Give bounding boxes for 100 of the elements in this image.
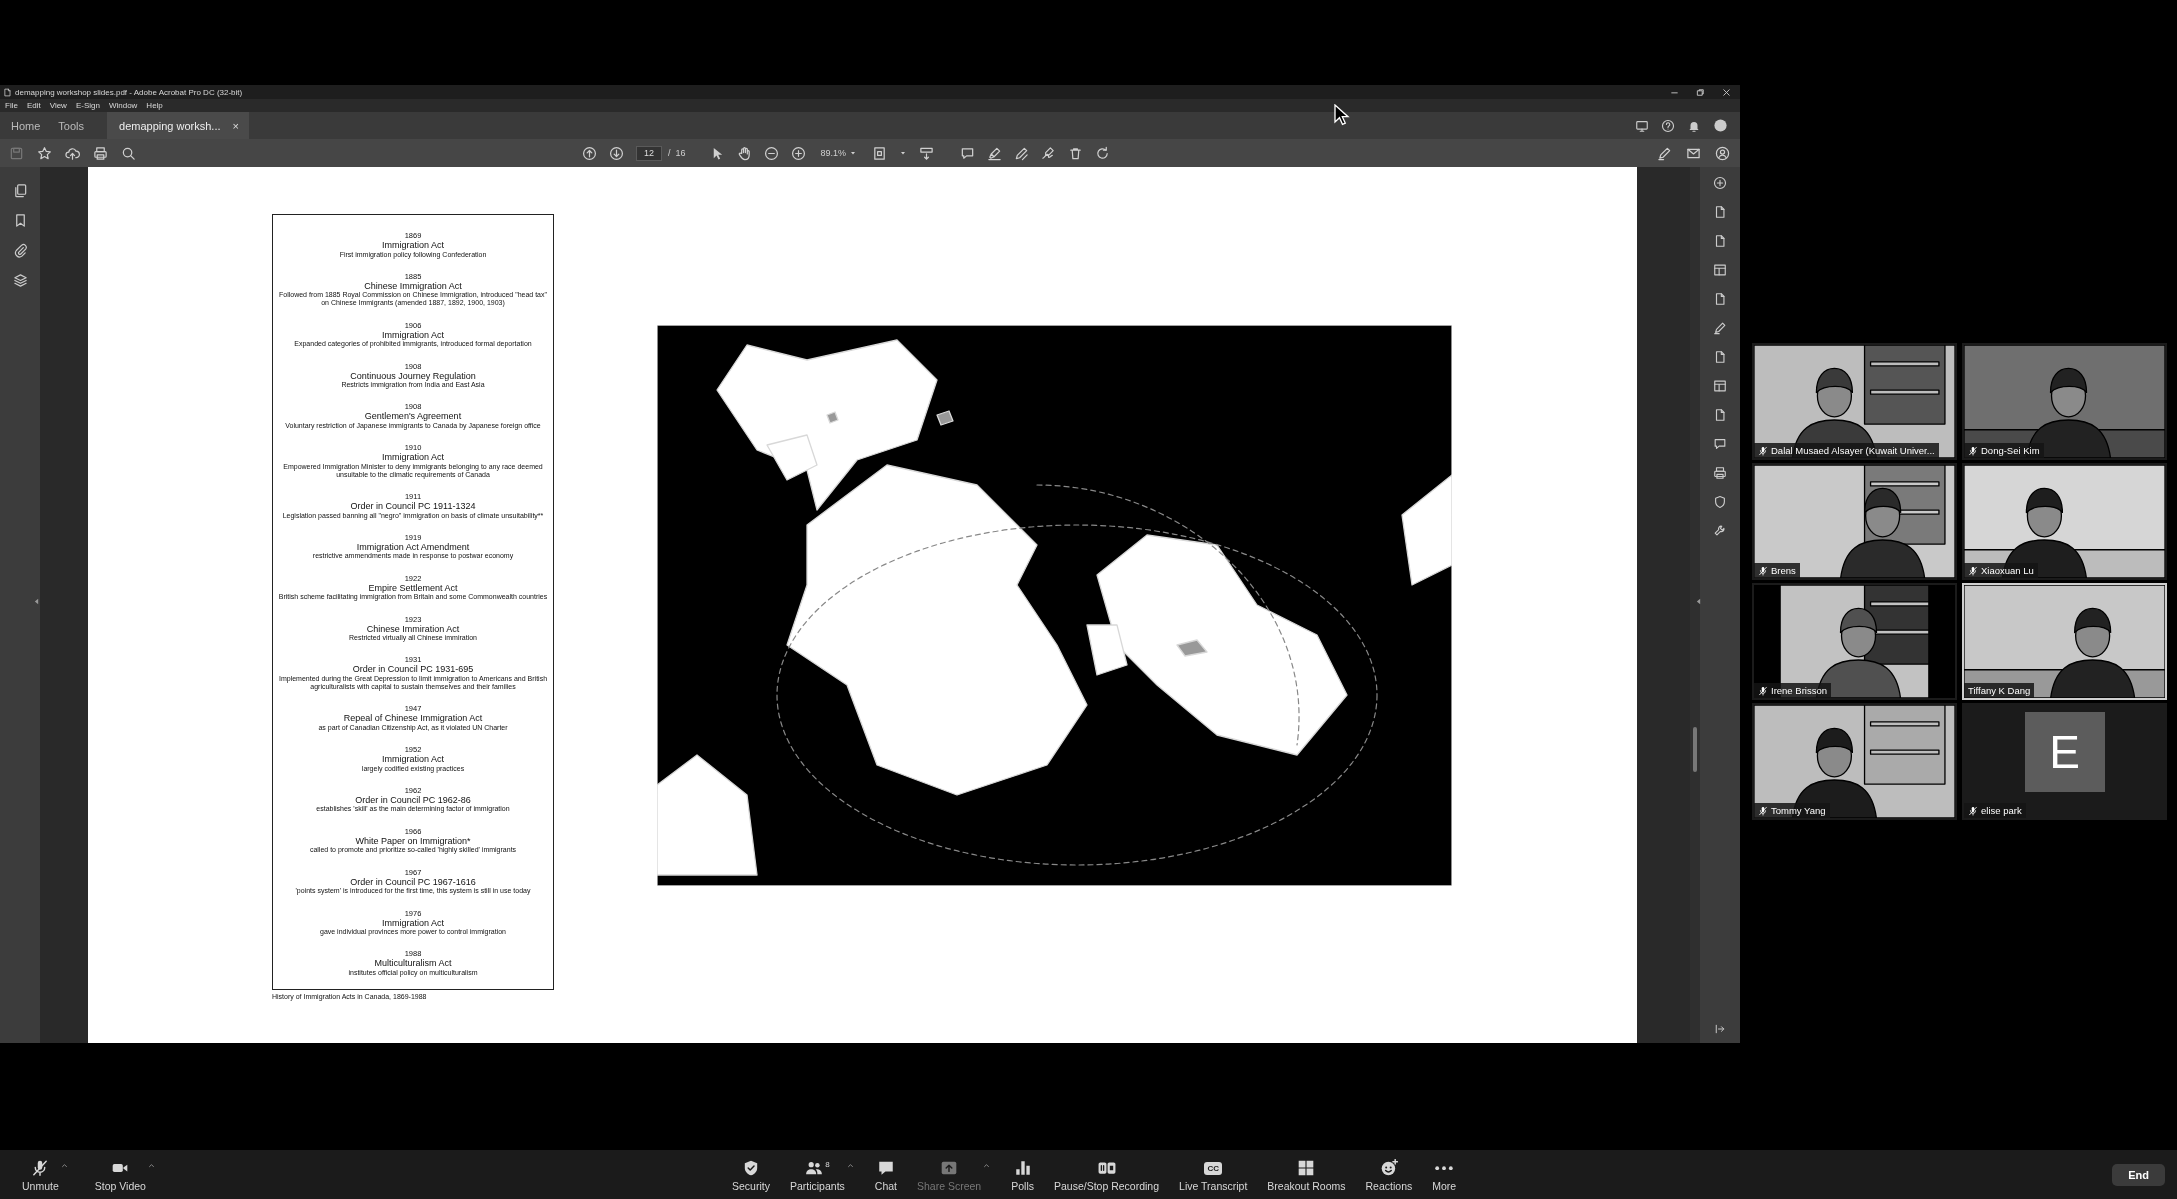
participants-button[interactable]: 8 Participants [789, 1157, 845, 1192]
breakout-rooms-button[interactable]: Breakout Rooms [1267, 1157, 1346, 1192]
close-button[interactable] [1721, 86, 1732, 98]
trash-icon[interactable] [1068, 145, 1084, 161]
pause-stop-icon [1097, 1159, 1116, 1177]
timeline-title: Order in Council PC 1911-1324 [350, 501, 476, 512]
layout-icon[interactable] [1713, 263, 1727, 277]
timeline-title: White Paper on Immigration* [355, 835, 471, 847]
nav-tab[interactable]: Home [2, 112, 50, 139]
timeline-title: Order in Council PC 1967-1616 [350, 876, 476, 888]
upload-icon[interactable] [65, 145, 80, 161]
participant-name: Brens [1771, 565, 1796, 576]
participant-name: Irene Brisson [1771, 685, 1827, 696]
star-icon[interactable] [37, 145, 52, 161]
document-tab[interactable]: demapping worksh... × [107, 112, 249, 139]
pencil-icon[interactable] [1014, 145, 1030, 161]
account-icon[interactable] [1715, 145, 1730, 161]
document-icon[interactable] [1713, 292, 1727, 306]
polls-button[interactable]: Polls [1011, 1157, 1034, 1192]
layers-icon[interactable] [12, 273, 28, 288]
more-button[interactable]: More [1432, 1157, 1457, 1192]
timeline-title: Immigration Act [382, 240, 444, 251]
recording-button[interactable]: Pause/Stop Recording [1053, 1157, 1160, 1192]
next-page-icon[interactable] [609, 145, 624, 161]
pen-icon[interactable] [1713, 321, 1727, 335]
stop-video-button[interactable]: Stop Video [94, 1157, 146, 1192]
end-button[interactable]: End [2112, 1163, 2165, 1186]
collapse-icon[interactable] [1694, 597, 1703, 606]
document-icon[interactable] [1713, 234, 1727, 248]
window-title: demapping workshop slides.pdf - Adobe Acrobat Pro DC (32-bit) [15, 87, 243, 97]
help-icon[interactable] [1661, 118, 1675, 133]
chat-bubble-icon [876, 1159, 895, 1177]
chat-button[interactable]: Chat [874, 1157, 897, 1192]
zoom-in-icon[interactable] [1713, 176, 1727, 190]
bar-chart-icon [1013, 1159, 1032, 1177]
caret-icon[interactable] [146, 1161, 156, 1170]
participant-name: Tiffany K Dang [1968, 685, 2031, 696]
search-icon[interactable] [121, 145, 136, 161]
caret-icon[interactable] [899, 149, 908, 157]
document-icon[interactable] [1713, 408, 1727, 422]
expand-panel-icon[interactable] [1714, 1023, 1726, 1035]
previous-page-icon[interactable] [582, 145, 597, 161]
menu-item[interactable]: View [49, 101, 67, 110]
menu-item[interactable]: E-Sign [75, 101, 100, 110]
page-number-field[interactable]: 12 [636, 145, 662, 161]
more-icon [1435, 1165, 1454, 1170]
nav-tab[interactable]: Tools [49, 112, 94, 139]
document-icon[interactable] [1713, 205, 1727, 219]
hand-tool-icon[interactable] [736, 145, 752, 161]
paperclip-icon[interactable] [12, 243, 28, 258]
live-transcript-button[interactable]: CC Live Transcript [1179, 1157, 1248, 1192]
fit-page-icon[interactable] [872, 145, 888, 161]
timeline-title: Gentlemen's Agreement [364, 411, 462, 422]
participant-name: Xiaoxuan Lu [1981, 565, 2034, 576]
print-icon[interactable] [93, 145, 108, 161]
rotate-icon[interactable] [1095, 145, 1111, 161]
page-count: 16 [675, 148, 686, 158]
timeline-title: Order in Council PC 1931-695 [352, 664, 474, 675]
share-screen-icon [940, 1159, 959, 1177]
participant-name: Tommy Yang [1771, 805, 1826, 816]
pages-icon[interactable] [12, 183, 28, 198]
avatar-initial: E [2024, 712, 2105, 793]
menu-item[interactable]: File [5, 101, 18, 110]
zoom-in-icon[interactable] [790, 145, 806, 161]
security-button[interactable]: Security [732, 1157, 770, 1192]
caret-icon[interactable] [59, 1161, 69, 1170]
timeline-title: Immigration Act [382, 452, 444, 463]
signature-icon[interactable] [1041, 145, 1057, 161]
avatar-icon[interactable] [1713, 118, 1728, 133]
menu-item[interactable]: Help [146, 101, 163, 110]
highlighter-icon[interactable] [987, 145, 1003, 161]
reactions-button[interactable]: Reactions [1365, 1157, 1413, 1192]
collapse-icon[interactable] [32, 597, 41, 606]
unmute-button[interactable]: Unmute [22, 1157, 59, 1192]
document-icon[interactable] [1713, 350, 1727, 364]
pen-icon[interactable] [1657, 145, 1672, 161]
wrench-icon[interactable] [1713, 524, 1727, 538]
zoom-out-icon[interactable] [763, 145, 779, 161]
scroll-thumb[interactable] [1693, 727, 1697, 772]
page-separator: / [668, 148, 671, 158]
caret-icon[interactable] [845, 1161, 855, 1170]
layout-icon[interactable] [1713, 379, 1727, 393]
muted-mic-icon [31, 1159, 50, 1177]
participant-name: Dong-Sei Kim [1981, 445, 2040, 456]
scroll-mode-icon[interactable] [919, 145, 935, 161]
menu-item[interactable]: Window [108, 101, 138, 110]
timeline-title: Chinese Immiration Act [366, 623, 460, 635]
menu-item[interactable]: Edit [26, 101, 41, 110]
print-icon[interactable] [1713, 466, 1727, 480]
comment-icon[interactable] [960, 145, 976, 161]
restore-button[interactable] [1695, 86, 1706, 98]
caret-icon [849, 149, 858, 157]
shield-icon[interactable] [1713, 495, 1727, 509]
zoom-dropdown[interactable]: 89.1% [817, 147, 861, 159]
close-tab-button[interactable]: × [232, 119, 239, 132]
comment-icon[interactable] [1713, 437, 1727, 451]
timeline-title: Empire Settlement Act [368, 582, 458, 594]
screen-icon[interactable] [1635, 118, 1649, 133]
timeline-title: Immigration Act Amendment [356, 541, 470, 553]
timeline-title: Chinese Immigration Act [364, 280, 462, 292]
